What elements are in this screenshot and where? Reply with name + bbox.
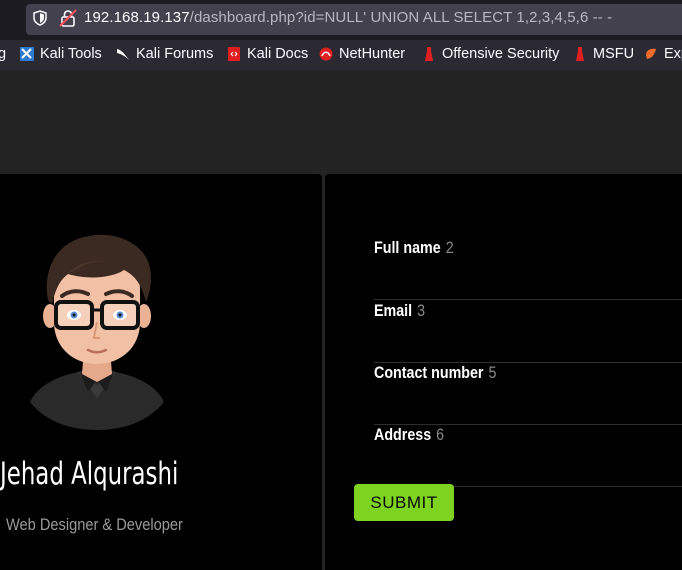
field-label: Email 3 xyxy=(374,301,425,321)
kali-docs-icon xyxy=(228,47,240,61)
exploit-db-icon xyxy=(646,48,656,59)
bookmark-kali-docs[interactable]: Kali Docs xyxy=(227,46,308,62)
bookmark-label: Kali Docs xyxy=(247,46,309,62)
profile-name: Jehad Alqurashi xyxy=(0,456,179,492)
bookmark-label: Kali Tools xyxy=(40,46,102,62)
bookmark-label: NetHunter xyxy=(339,46,406,62)
bookmark-exploit-db[interactable]: Exp xyxy=(644,46,682,62)
url-path: /dashboard.php?id=NULL' UNION ALL SELECT… xyxy=(189,9,613,26)
avatar-image xyxy=(30,234,164,430)
tracking-protection-shield-icon[interactable] xyxy=(33,10,47,26)
field-contact-number: Contact number 5 xyxy=(374,363,682,425)
field-label-text: Email xyxy=(374,301,413,320)
field-value: 6 xyxy=(436,425,445,444)
msfu-icon xyxy=(576,47,584,61)
bookmark-label: g xyxy=(0,46,7,62)
field-value: 2 xyxy=(445,238,454,257)
field-label: Contact number 5 xyxy=(374,363,496,383)
field-label: Address 6 xyxy=(374,425,444,445)
bookmark-label: MSFU xyxy=(593,46,635,62)
field-value: 3 xyxy=(417,301,426,320)
nethunter-icon xyxy=(319,47,333,61)
bookmark-kali-tools[interactable]: Kali Tools xyxy=(20,46,102,62)
field-label-text: Contact number xyxy=(374,363,484,382)
bookmark-label: Kali Forums xyxy=(136,46,214,62)
bookmark-label: Offensive Security xyxy=(442,46,560,62)
offsec-icon xyxy=(425,47,433,61)
bookmarks-bar: g Kali Tools Kali Forums Kali Docs NetHu… xyxy=(0,40,682,70)
profile-subtitle: Web Designer & Developer xyxy=(6,515,183,534)
url-host: 192.168.19.137 xyxy=(84,9,190,26)
bookmark-item[interactable]: g xyxy=(0,46,6,62)
kali-forums-icon xyxy=(117,49,129,60)
field-value: 5 xyxy=(488,363,497,382)
submit-button[interactable]: SUBMIT xyxy=(354,484,454,521)
field-label-text: Address xyxy=(374,425,432,444)
bookmark-offensive-security[interactable]: Offensive Security xyxy=(422,46,559,62)
bookmark-label: Exp xyxy=(664,46,682,62)
bookmark-msfu[interactable]: MSFU xyxy=(573,46,634,62)
kali-tools-icon xyxy=(20,47,34,61)
insecure-lock-icon[interactable] xyxy=(58,8,78,28)
page-header-area xyxy=(0,70,682,174)
field-label: Full name 2 xyxy=(374,238,454,258)
field-email: Email 3 xyxy=(374,301,682,363)
bookmark-nethunter[interactable]: NetHunter xyxy=(319,46,405,62)
field-address: Address 6 xyxy=(374,425,682,487)
field-label-text: Full name xyxy=(374,238,441,257)
url-text[interactable]: 192.168.19.137/dashboard.php?id=NULL' UN… xyxy=(84,9,612,26)
field-full-name: Full name 2 xyxy=(374,238,682,300)
browser-toolbar: 192.168.19.137/dashboard.php?id=NULL' UN… xyxy=(0,0,682,40)
bookmark-kali-forums[interactable]: Kali Forums xyxy=(116,46,213,62)
